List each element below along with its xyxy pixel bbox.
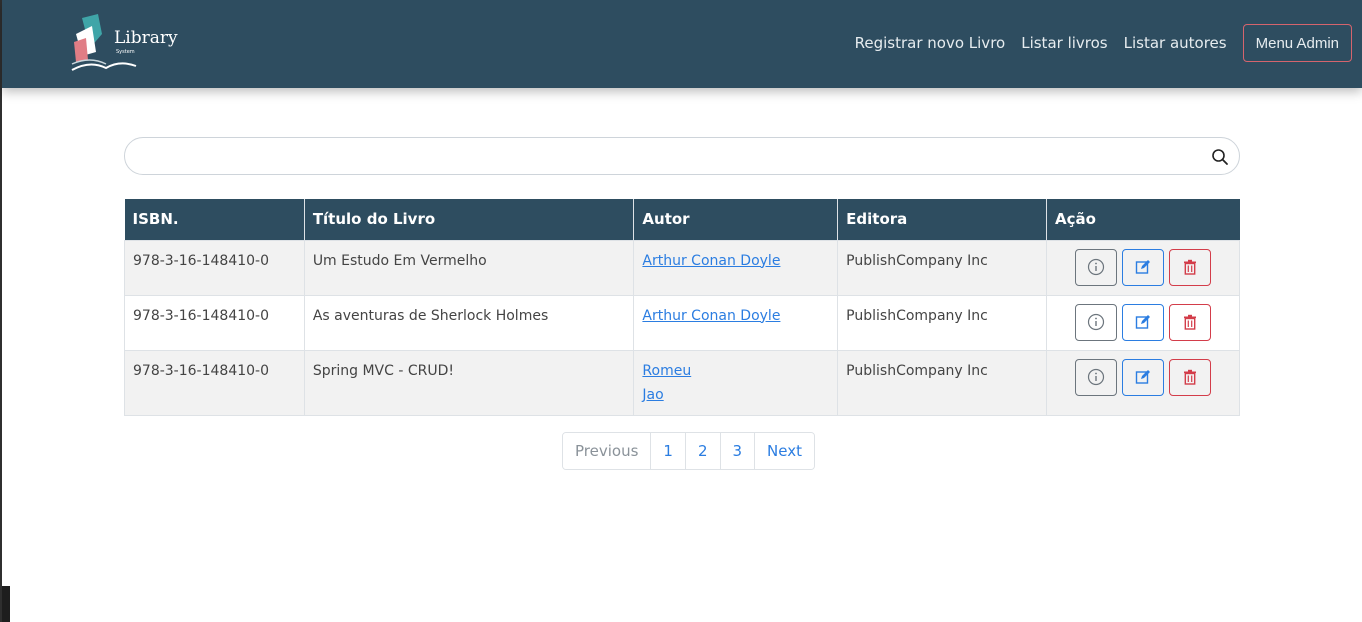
- header-author: Autor: [633, 199, 839, 240]
- cell-publisher: PublishCompany Inc: [837, 294, 1048, 351]
- pagination-next[interactable]: Next: [755, 433, 814, 469]
- pagination-page-3[interactable]: 3: [720, 433, 756, 469]
- nav-link-list-authors[interactable]: Listar autores: [1124, 34, 1227, 52]
- header-title: Título do Livro: [304, 199, 635, 240]
- trash-icon: [1184, 259, 1197, 275]
- header-publisher: Editora: [837, 199, 1048, 240]
- info-button[interactable]: [1075, 248, 1118, 286]
- author-link[interactable]: Arthur Conan Doyle: [642, 249, 829, 273]
- edit-icon: [1135, 370, 1151, 384]
- search-icon[interactable]: [1211, 148, 1229, 166]
- trash-icon: [1184, 314, 1197, 330]
- delete-button[interactable]: [1169, 303, 1212, 341]
- window-corner: [2, 586, 10, 622]
- brand-sub: System: [116, 49, 135, 55]
- delete-button[interactable]: [1169, 358, 1212, 396]
- author-link[interactable]: Arthur Conan Doyle: [642, 304, 829, 328]
- search-bar: [124, 137, 1240, 175]
- edit-button[interactable]: [1122, 303, 1165, 341]
- navbar: Library System Registrar novo Livro List…: [2, 0, 1362, 88]
- pagination-page-2[interactable]: 2: [685, 433, 721, 469]
- edit-icon: [1135, 260, 1151, 274]
- nav-link-list-books[interactable]: Listar livros: [1021, 34, 1107, 52]
- nav-links: Registrar novo Livro Listar livros Lista…: [855, 24, 1352, 62]
- cell-publisher: PublishCompany Inc: [837, 349, 1048, 416]
- info-icon: [1087, 313, 1105, 331]
- search-input[interactable]: [139, 144, 1199, 168]
- cell-author: Romeu Jao: [633, 349, 839, 416]
- brand-name: Library: [114, 28, 178, 48]
- nav-link-register-book[interactable]: Registrar novo Livro: [855, 34, 1006, 52]
- cell-actions: [1046, 294, 1240, 351]
- edit-button[interactable]: [1122, 358, 1165, 396]
- cell-title: As aventuras de Sherlock Holmes: [303, 294, 635, 351]
- table-row: 978-3-16-148410-0 Um Estudo Em Vermelho …: [124, 239, 1240, 296]
- cell-isbn: 978-3-16-148410-0: [124, 294, 305, 351]
- cell-isbn: 978-3-16-148410-0: [124, 349, 305, 416]
- pagination: Previous 1 2 3 Next: [562, 432, 815, 470]
- trash-icon: [1184, 369, 1197, 385]
- logo[interactable]: Library System: [68, 12, 178, 74]
- edit-icon: [1135, 315, 1151, 329]
- author-link[interactable]: Jao: [642, 383, 829, 407]
- info-icon: [1087, 258, 1105, 276]
- author-link[interactable]: Romeu: [642, 359, 829, 383]
- pagination-page-1[interactable]: 1: [651, 433, 686, 469]
- cell-title: Um Estudo Em Vermelho: [303, 239, 635, 296]
- info-icon: [1087, 368, 1105, 386]
- cell-author: Arthur Conan Doyle: [633, 294, 839, 351]
- cell-isbn: 978-3-16-148410-0: [124, 239, 305, 296]
- cell-publisher: PublishCompany Inc: [837, 239, 1048, 296]
- edit-button[interactable]: [1122, 248, 1165, 286]
- cell-actions: [1046, 349, 1240, 416]
- cell-author: Arthur Conan Doyle: [633, 239, 839, 296]
- menu-admin-button[interactable]: Menu Admin: [1242, 24, 1352, 62]
- table-row: 978-3-16-148410-0 As aventuras de Sherlo…: [124, 294, 1240, 351]
- table-row: 978-3-16-148410-0 Spring MVC - CRUD! Rom…: [124, 349, 1240, 416]
- cell-actions: [1046, 239, 1240, 296]
- info-button[interactable]: [1075, 358, 1118, 396]
- pagination-previous[interactable]: Previous: [563, 433, 652, 469]
- header-action: Ação: [1046, 199, 1240, 240]
- delete-button[interactable]: [1169, 248, 1212, 286]
- cell-title: Spring MVC - CRUD!: [303, 349, 635, 416]
- header-isbn: ISBN.: [124, 199, 305, 240]
- info-button[interactable]: [1075, 303, 1118, 341]
- table-header-row: ISBN. Título do Livro Autor Editora Ação: [124, 199, 1240, 240]
- books-table: ISBN. Título do Livro Autor Editora Ação…: [124, 199, 1240, 416]
